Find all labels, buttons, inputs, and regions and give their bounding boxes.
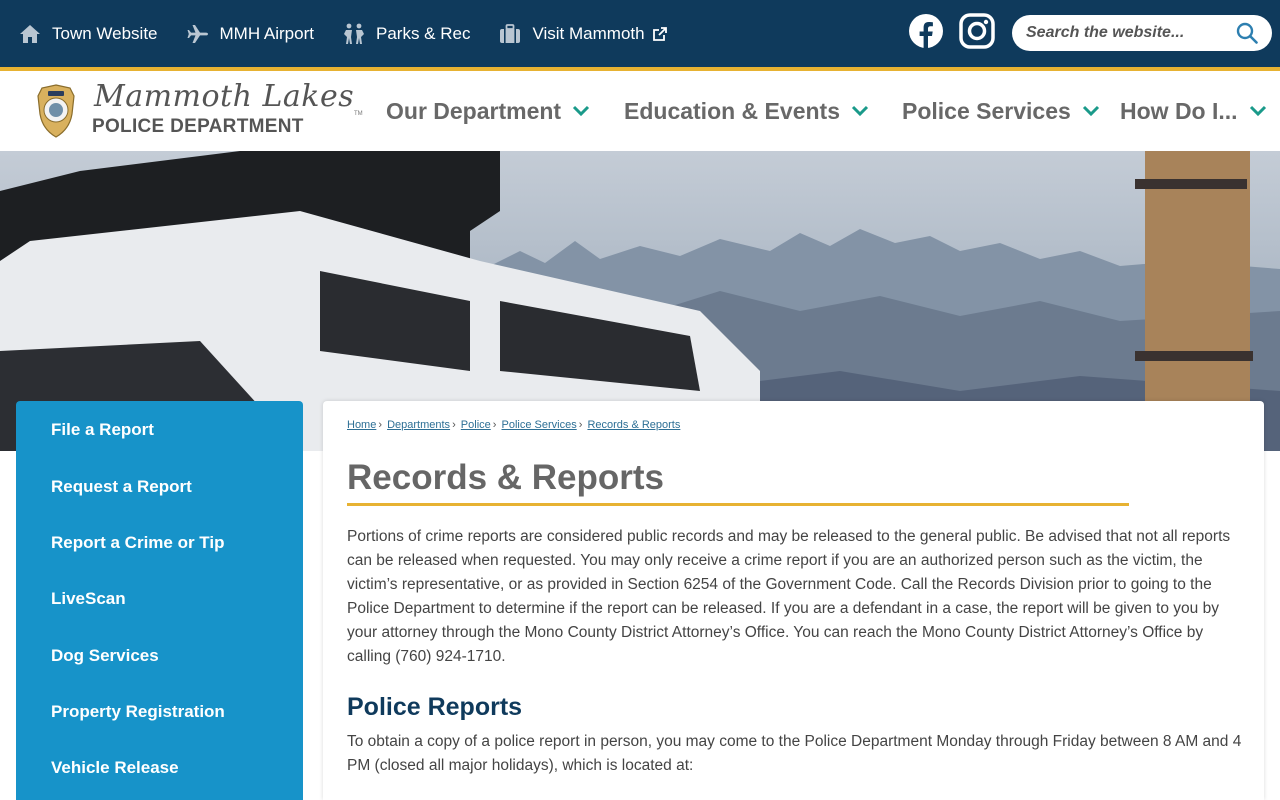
- nav-how-do-i[interactable]: How Do I...: [1120, 98, 1268, 125]
- utility-bar: Town Website MMH Airport Parks & Rec Vis…: [0, 0, 1280, 67]
- police-badge-logo[interactable]: [36, 84, 76, 138]
- breadcrumb-home[interactable]: Home: [347, 419, 376, 431]
- sidebar-item-request-report[interactable]: Request a Report: [51, 477, 192, 497]
- breadcrumb-police[interactable]: Police: [461, 419, 491, 431]
- sidebar-item-property-registration[interactable]: Property Registration: [51, 702, 225, 722]
- main-nav-4: How Do I...: [1120, 71, 1268, 151]
- main-content: Home › Departments › Police › Police Servic…: [323, 401, 1264, 800]
- sidebar-item-dog-services[interactable]: Dog Services: [51, 646, 159, 666]
- intro-paragraph: Portions of crime reports are considered…: [347, 528, 1231, 665]
- mmh-airport-link[interactable]: MMH Airport: [186, 23, 314, 45]
- police-reports-heading: Police Reports: [347, 693, 523, 721]
- main-nav-3: Police Services: [902, 71, 1101, 151]
- chevron-down-icon: [850, 104, 870, 118]
- parks-rec-label: Parks & Rec: [375, 23, 471, 43]
- logo-subtitle: POLICE DEPARTMENT: [92, 116, 304, 137]
- title-underline: [347, 503, 1129, 506]
- main-nav: Our Department: [386, 71, 591, 151]
- airplane-icon: [186, 23, 210, 45]
- town-website-link[interactable]: Town Website: [18, 23, 158, 45]
- parks-rec-link[interactable]: Parks & Rec: [342, 23, 470, 45]
- page-title: Records & Reports: [347, 458, 665, 497]
- nav-police-services[interactable]: Police Services: [902, 98, 1101, 125]
- nav-how-do-i-label: How Do I...: [1120, 97, 1238, 124]
- search-input[interactable]: [1026, 21, 1226, 45]
- sidebar-item-livescan[interactable]: LiveScan: [51, 589, 126, 609]
- facebook-icon: [908, 13, 944, 54]
- sidebar-item-file-report[interactable]: File a Report: [51, 420, 154, 440]
- home-icon: [18, 23, 42, 45]
- nav-police-services-label: Police Services: [902, 97, 1071, 124]
- facebook-link[interactable]: [907, 13, 945, 54]
- breadcrumb-records-reports[interactable]: Records & Reports: [587, 419, 680, 431]
- town-website-label: Town Website: [52, 23, 158, 43]
- visit-mammoth-link[interactable]: Visit Mammoth: [498, 23, 667, 45]
- section-sidebar: File a Report Request a Report Report a …: [16, 401, 303, 800]
- logo-trademark: TM: [354, 111, 363, 117]
- site-search: [1012, 15, 1272, 51]
- logo-wordmark: Mammoth Lakes: [94, 79, 355, 114]
- police-reports-paragraph: To obtain a copy of a police report in p…: [347, 733, 1242, 774]
- mmh-airport-label: MMH Airport: [219, 23, 314, 43]
- nav-education-events-label: Education & Events: [624, 97, 840, 124]
- utility-links: Town Website MMH Airport Parks & Rec Vis…: [18, 0, 696, 67]
- nav-our-department-label: Our Department: [386, 97, 562, 124]
- visit-mammoth-label: Visit Mammoth: [532, 23, 645, 43]
- sidebar-item-report-crime-tip[interactable]: Report a Crime or Tip: [51, 533, 225, 553]
- people-icon: [342, 23, 366, 45]
- breadcrumb: Home › Departments › Police › Police Servic…: [347, 419, 681, 431]
- instagram-icon: [959, 12, 995, 54]
- chevron-down-icon: [1248, 104, 1268, 118]
- suitcase-icon: [498, 23, 522, 45]
- nav-our-department[interactable]: Our Department: [386, 98, 591, 125]
- nav-education-events[interactable]: Education & Events: [624, 98, 870, 125]
- chevron-down-icon: [1081, 104, 1101, 118]
- instagram-link[interactable]: [958, 12, 996, 54]
- external-link-icon: [652, 26, 668, 42]
- search-icon[interactable]: [1236, 22, 1258, 44]
- sidebar-item-vehicle-release[interactable]: Vehicle Release: [51, 758, 179, 778]
- main-nav-2: Education & Events: [624, 71, 870, 151]
- site-header: Mammoth Lakes POLICE DEPARTMENT TM Our D…: [0, 71, 1280, 151]
- chevron-down-icon: [571, 104, 591, 118]
- breadcrumb-police-services[interactable]: Police Services: [502, 419, 577, 431]
- breadcrumb-departments[interactable]: Departments: [387, 419, 450, 431]
